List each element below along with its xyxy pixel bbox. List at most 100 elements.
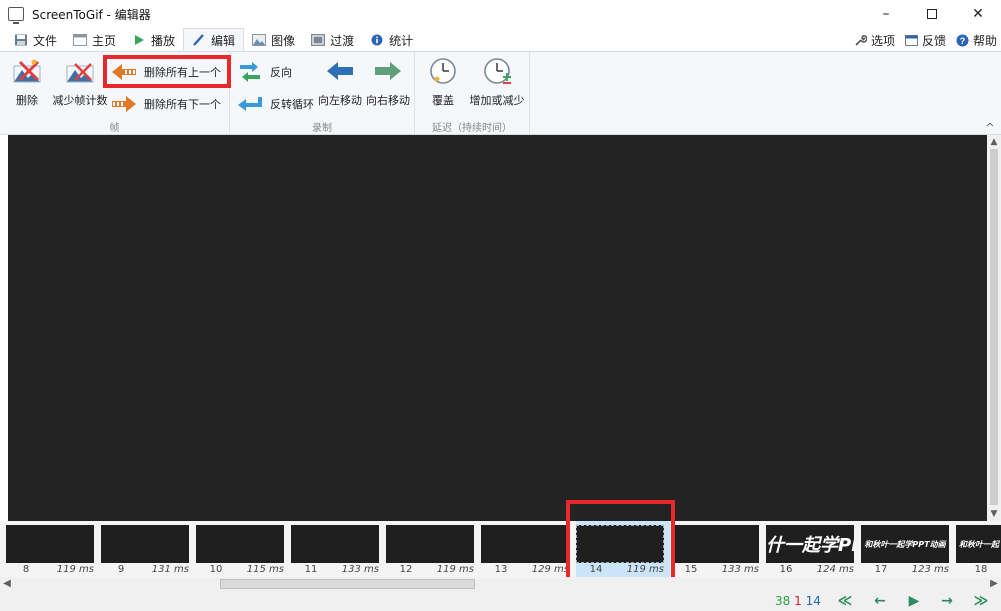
reverse-label: 反向 xyxy=(270,66,292,79)
tab-transition[interactable]: 过渡 xyxy=(303,29,362,51)
frame-delay: 124 ms xyxy=(816,564,854,575)
yoyo-label: 反转循环 xyxy=(270,98,314,111)
frame-delay: 133 ms xyxy=(721,564,759,575)
frame-number: 9 xyxy=(117,564,125,575)
tab-label: 编辑 xyxy=(211,33,236,48)
frame-item[interactable]: 8 119 ms xyxy=(6,521,100,577)
clock-icon xyxy=(430,58,456,84)
reverse-icon xyxy=(240,62,260,82)
reverse-button[interactable]: 反向 xyxy=(236,60,292,84)
maximize-button[interactable] xyxy=(909,0,955,28)
tab-file[interactable]: 文件 xyxy=(6,29,65,51)
window-title: ScreenToGif - 编辑器 xyxy=(32,7,151,22)
scroll-right-icon[interactable]: ▶ xyxy=(987,577,1001,591)
frame-preview-canvas[interactable] xyxy=(8,135,987,521)
frame-thumbnail xyxy=(101,525,189,563)
wrench-icon xyxy=(855,34,867,46)
next-frame-button[interactable]: → xyxy=(936,593,958,609)
delete-button[interactable]: 删除 xyxy=(10,56,44,108)
delay-group-label: 延迟（持续时间） xyxy=(432,123,512,134)
frames-group-label: 帧 xyxy=(109,123,120,134)
tab-home[interactable]: 主页 xyxy=(65,29,124,51)
scroll-up-icon[interactable]: ▲ xyxy=(987,135,1001,149)
play-button[interactable]: ▶ xyxy=(903,593,925,609)
reduce-frames-icon xyxy=(66,63,94,83)
first-frame-button[interactable]: ≪ xyxy=(834,593,856,609)
options-button[interactable]: 选项 xyxy=(854,32,895,49)
override-button[interactable]: 覆盖 xyxy=(425,56,461,108)
vertical-scrollbar[interactable]: ▲ ▼ xyxy=(987,135,1001,521)
scroll-left-icon[interactable]: ◀ xyxy=(0,577,14,591)
frame-delay: 131 ms xyxy=(151,564,189,575)
frame-thumbnail xyxy=(671,525,759,563)
frame-delay: 119 ms xyxy=(56,564,94,575)
frame-thumbnail xyxy=(196,525,284,563)
frame-number: 10 xyxy=(209,564,223,575)
horizontal-scroll-thumb[interactable] xyxy=(220,579,475,589)
frame-number: 17 xyxy=(874,564,888,575)
collapse-ribbon-button[interactable]: ^ xyxy=(982,121,998,135)
delete-all-next-button[interactable]: 删除所有下一个 xyxy=(110,92,221,116)
highlight-selected-frame xyxy=(566,500,675,588)
frame-item[interactable]: 11 133 ms xyxy=(291,521,385,577)
increase-decrease-button[interactable]: 增加或减少 xyxy=(467,56,527,108)
delay-group: 覆盖 增加或减少 延迟（持续时间） xyxy=(415,52,530,136)
feedback-button[interactable]: 反馈 xyxy=(904,32,946,49)
options-label: 选项 xyxy=(870,33,895,48)
yoyo-button[interactable]: 反转循环 xyxy=(236,92,314,116)
move-left-button[interactable]: 向左移动 xyxy=(316,56,364,108)
tab-edit[interactable]: 编辑 xyxy=(183,28,245,51)
frame-thumbnail: 和秋叶一起 xyxy=(956,525,1001,563)
tab-label: 过渡 xyxy=(330,33,355,48)
frame-thumbnail xyxy=(481,525,569,563)
tab-play[interactable]: 播放 xyxy=(124,29,183,51)
scroll-down-icon[interactable]: ▼ xyxy=(987,507,1001,521)
frame-item[interactable]: 和秋叶一起 18 xyxy=(956,521,1001,577)
arrow-right-icon: → xyxy=(941,593,953,609)
last-frame-button[interactable]: ≫ xyxy=(970,593,992,609)
frame-number: 15 xyxy=(684,564,698,575)
move-right-label: 向右移动 xyxy=(366,94,410,107)
help-label: 帮助 xyxy=(972,33,997,48)
vertical-scroll-thumb[interactable] xyxy=(990,149,998,505)
recording-group-label: 录制 xyxy=(312,123,332,134)
pencil-icon xyxy=(193,34,204,46)
tab-image[interactable]: 图像 xyxy=(244,29,303,51)
double-arrow-left-icon: ≪ xyxy=(837,593,853,609)
svg-text:?: ? xyxy=(960,36,966,46)
frame-item[interactable]: 和秋叶一起学PPT动画 17 123 ms xyxy=(861,521,955,577)
ribbon-tabs: 文件 主页 播放 编辑 图像 过渡 统计 选项 反馈 ? 帮助 xyxy=(0,28,1001,51)
frame-delay: 119 ms xyxy=(436,564,474,575)
frame-thumbnail: 什一起学PP xyxy=(766,525,854,563)
horizontal-scrollbar[interactable]: ◀ ▶ xyxy=(0,577,1001,591)
frame-item[interactable]: 12 119 ms xyxy=(386,521,480,577)
move-right-button[interactable]: 向右移动 xyxy=(364,56,412,108)
frame-thumbnail: 和秋叶一起学PPT动画 xyxy=(861,525,949,563)
frame-thumbnail xyxy=(386,525,474,563)
recording-group: 反向 反转循环 向左移动 向右移动 录制 xyxy=(230,52,415,136)
clock-plus-minus-icon xyxy=(484,58,511,84)
close-button[interactable]: ✕ xyxy=(955,0,1001,28)
frame-number: 12 xyxy=(399,564,413,575)
frame-item[interactable]: 13 129 ms xyxy=(481,521,575,577)
frame-delay: 123 ms xyxy=(911,564,949,575)
help-icon: ? xyxy=(956,34,969,46)
help-button[interactable]: ? 帮助 xyxy=(956,32,997,49)
title-bar: ScreenToGif - 编辑器 – ✕ xyxy=(0,0,1001,28)
frame-item[interactable]: 什一起学PP 16 124 ms xyxy=(766,521,860,577)
frame-item[interactable]: 15 133 ms xyxy=(671,521,765,577)
previous-frame-button[interactable]: ← xyxy=(869,593,891,609)
tab-label: 图像 xyxy=(271,33,296,48)
save-icon xyxy=(15,34,27,46)
tab-label: 统计 xyxy=(389,33,414,48)
feedback-icon xyxy=(904,34,918,46)
frame-number: 8 xyxy=(22,564,30,575)
frame-item[interactable]: 10 115 ms xyxy=(196,521,290,577)
frame-thumbnail xyxy=(6,525,94,563)
frame-thumbnail xyxy=(291,525,379,563)
minimize-button[interactable]: – xyxy=(863,0,909,28)
frame-item[interactable]: 9 131 ms xyxy=(101,521,195,577)
reduce-frame-count-button[interactable]: 减少帧计数 xyxy=(50,56,110,108)
tab-statistics[interactable]: 统计 xyxy=(362,29,421,51)
frame-number: 11 xyxy=(304,564,318,575)
